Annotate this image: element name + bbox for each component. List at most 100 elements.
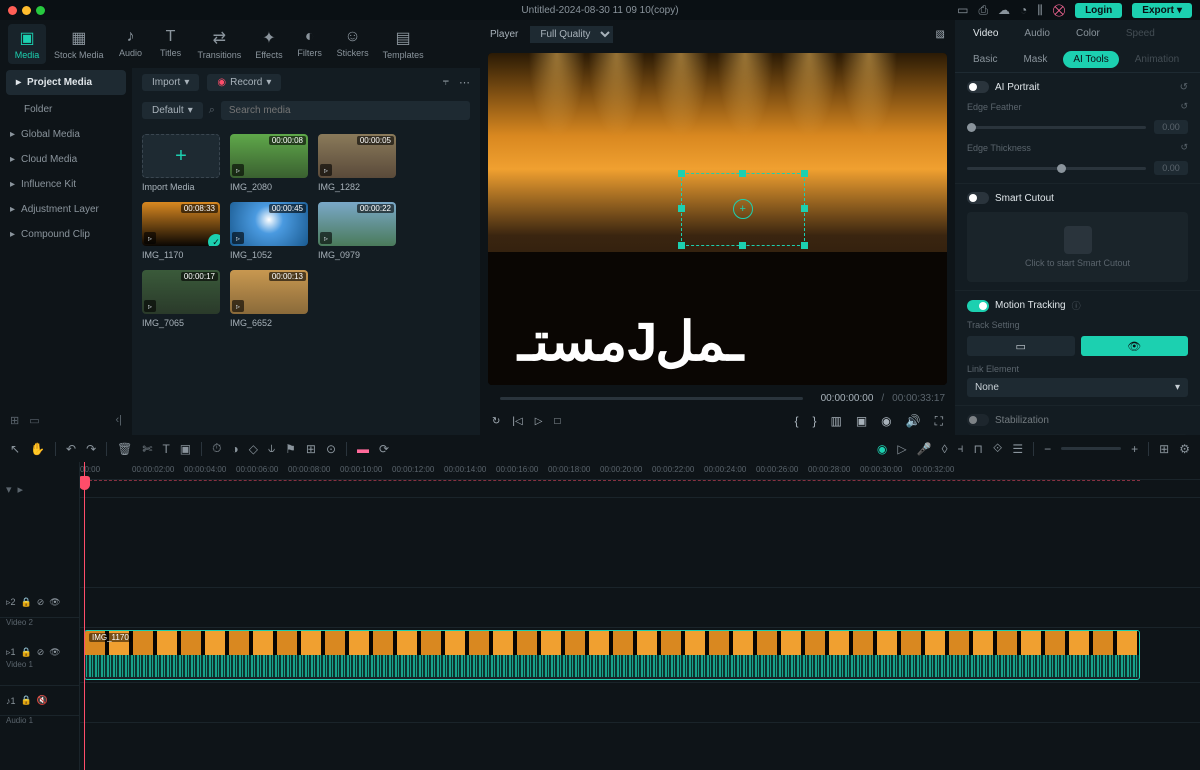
smart-cutout-toggle[interactable]	[967, 192, 989, 204]
mute-icon[interactable]: ⊘	[37, 647, 45, 658]
mute-icon[interactable]: ⊘	[37, 597, 45, 608]
prop-subtab-animation[interactable]: Animation	[1125, 51, 1189, 68]
save-icon[interactable]: ⎙	[978, 3, 988, 18]
mark-in-icon[interactable]: {	[792, 412, 800, 431]
media-clip[interactable]: 00:00:08▹IMG_2080	[230, 134, 308, 192]
sidebar-item-adjustment-layer[interactable]: ▸Adjustment Layer	[0, 197, 132, 222]
prev-frame-icon[interactable]: |◁	[510, 414, 524, 429]
scrubber[interactable]	[500, 397, 803, 400]
record-button[interactable]: ◉Record▾	[207, 74, 281, 91]
prop-tab-video[interactable]: Video	[963, 24, 1008, 43]
timeline-ruler[interactable]: 00:0000:00:02:0000:00:04:0000:00:06:0000…	[80, 462, 1200, 480]
tab-titles[interactable]: TTitles	[152, 24, 190, 64]
quality-select[interactable]: Full Quality	[530, 26, 613, 43]
crop-tool-icon[interactable]: ▣	[180, 442, 191, 456]
tab-effects[interactable]: ✦Effects	[249, 24, 288, 64]
pointer-icon[interactable]: ↖	[10, 442, 20, 456]
render-icon[interactable]: ⟳	[379, 442, 389, 456]
close-window[interactable]	[8, 6, 17, 15]
collapse-all-icon[interactable]: ▾	[6, 483, 12, 496]
search-input[interactable]	[221, 101, 470, 120]
more-icon[interactable]: ⋯	[459, 76, 470, 89]
track-mode-eye[interactable]: 👁	[1081, 336, 1189, 356]
delete-icon[interactable]: 🗑	[117, 442, 132, 456]
stabilization-launch[interactable]: Click to start analysis	[967, 434, 1188, 435]
play-icon[interactable]: ▷	[533, 414, 545, 429]
volume-icon[interactable]: 🔊	[904, 412, 923, 431]
media-clip[interactable]: 00:00:05▹IMG_1282	[318, 134, 396, 192]
prop-tab-color[interactable]: Color	[1066, 24, 1110, 43]
split-icon[interactable]: ✄	[142, 442, 152, 456]
sort-default[interactable]: Default▾	[142, 102, 203, 119]
edge-feather-slider[interactable]	[967, 126, 1146, 129]
hand-icon[interactable]: ✋	[30, 442, 45, 456]
media-clip[interactable]: 00:00:13▹IMG_6652	[230, 270, 308, 328]
cloud-icon[interactable]: ☁	[998, 3, 1010, 17]
edge-thickness-slider[interactable]	[967, 167, 1146, 170]
media-clip[interactable]: 00:00:22▹IMG_0979	[318, 202, 396, 260]
folder-add-icon[interactable]: ⊞	[10, 414, 19, 427]
login-button[interactable]: Login	[1075, 3, 1122, 18]
track-icon[interactable]: ☰	[1012, 442, 1023, 456]
auto-icon[interactable]: ◉	[877, 442, 887, 456]
bell-icon[interactable]: ◔	[1020, 3, 1027, 17]
motion-tracking-toggle[interactable]	[967, 300, 989, 312]
undo-icon[interactable]: ↶	[66, 442, 76, 456]
zoom-in-icon[interactable]: +	[1131, 442, 1138, 456]
detach-icon[interactable]: ⫝	[268, 441, 275, 456]
media-clip[interactable]: 00:08:33▹✓IMG_1170	[142, 202, 220, 260]
speed-icon[interactable]: ⏱	[212, 441, 221, 456]
info-icon[interactable]: ⓘ	[1072, 299, 1081, 312]
zoom-slider[interactable]	[1061, 447, 1121, 450]
crop-icon[interactable]: ▣	[854, 412, 869, 431]
tab-transitions[interactable]: ⇄Transitions	[192, 24, 248, 64]
folder-icon[interactable]: ▭	[29, 414, 39, 427]
zoom-out-icon[interactable]: −	[1044, 442, 1051, 456]
eye-icon[interactable]: 👁	[49, 647, 60, 658]
prop-tab-audio[interactable]: Audio	[1014, 24, 1060, 43]
ai-portrait-toggle[interactable]	[967, 81, 989, 93]
eye-icon[interactable]: 👁	[49, 597, 60, 608]
media-clip[interactable]: 00:00:17▹IMG_7065	[142, 270, 220, 328]
link-element-select[interactable]: None▾	[967, 378, 1188, 397]
track-head-audio1[interactable]: ♪1🔒🔇	[0, 686, 79, 716]
keyframe-icon[interactable]: ◇	[249, 442, 258, 456]
color-icon[interactable]: ◑	[232, 442, 239, 456]
tab-filters[interactable]: ◐Filters	[291, 24, 329, 64]
media-clip[interactable]: 00:00:45▹IMG_1052	[230, 202, 308, 260]
stop-icon[interactable]: □	[552, 414, 562, 429]
voice-icon[interactable]: 🎤	[917, 442, 932, 456]
sidebar-item-compound-clip[interactable]: ▸Compound Clip	[0, 222, 132, 247]
stabilization-toggle[interactable]	[967, 414, 989, 426]
magnet-icon[interactable]: ⊓	[974, 442, 983, 456]
video-clip[interactable]: IMG_1170	[84, 630, 1140, 680]
compare-icon[interactable]: ▥	[828, 412, 843, 431]
display-icon[interactable]: ▭	[957, 3, 968, 17]
prop-subtab-mask[interactable]: Mask	[1013, 51, 1057, 68]
prop-tab-speed[interactable]: Speed	[1116, 24, 1165, 43]
prop-subtab-ai-tools[interactable]: AI Tools	[1063, 51, 1118, 68]
camera-icon[interactable]: ◉	[879, 412, 893, 431]
mute-icon[interactable]: 🔇	[37, 695, 48, 706]
marker-icon[interactable]: ⚑	[285, 442, 296, 456]
mic-icon[interactable]: ◊	[942, 442, 948, 456]
settings-icon[interactable]: ⚙	[1179, 442, 1190, 456]
minimize-window[interactable]	[22, 6, 31, 15]
group-icon[interactable]: ⊞	[306, 442, 316, 456]
import-media-tile[interactable]: +Import Media	[142, 134, 220, 192]
selection-box[interactable]: +	[681, 173, 805, 246]
redo-icon[interactable]: ↷	[86, 442, 96, 456]
play-tl-icon[interactable]: ▷	[897, 442, 906, 456]
preview-canvas[interactable]: + مستـJـمل	[488, 53, 947, 385]
sidebar-item-cloud-media[interactable]: ▸Cloud Media	[0, 147, 132, 172]
sidebar-item-project-media[interactable]: ▸Project Media	[6, 70, 126, 95]
sidebar-item-global-media[interactable]: ▸Global Media	[0, 122, 132, 147]
smart-cutout-launch[interactable]: Click to start Smart Cutout	[967, 212, 1188, 282]
cover-icon[interactable]: ▬	[357, 442, 369, 456]
tab-media[interactable]: ▣Media	[8, 24, 46, 64]
mark-out-icon[interactable]: }	[810, 412, 818, 431]
cart-icon[interactable]: ⛒	[1053, 3, 1065, 18]
sidebar-item-influence-kit[interactable]: ▸Influence Kit	[0, 172, 132, 197]
sidebar-item-folder[interactable]: Folder	[0, 97, 132, 122]
reset-icon[interactable]: ↺	[1180, 101, 1188, 112]
